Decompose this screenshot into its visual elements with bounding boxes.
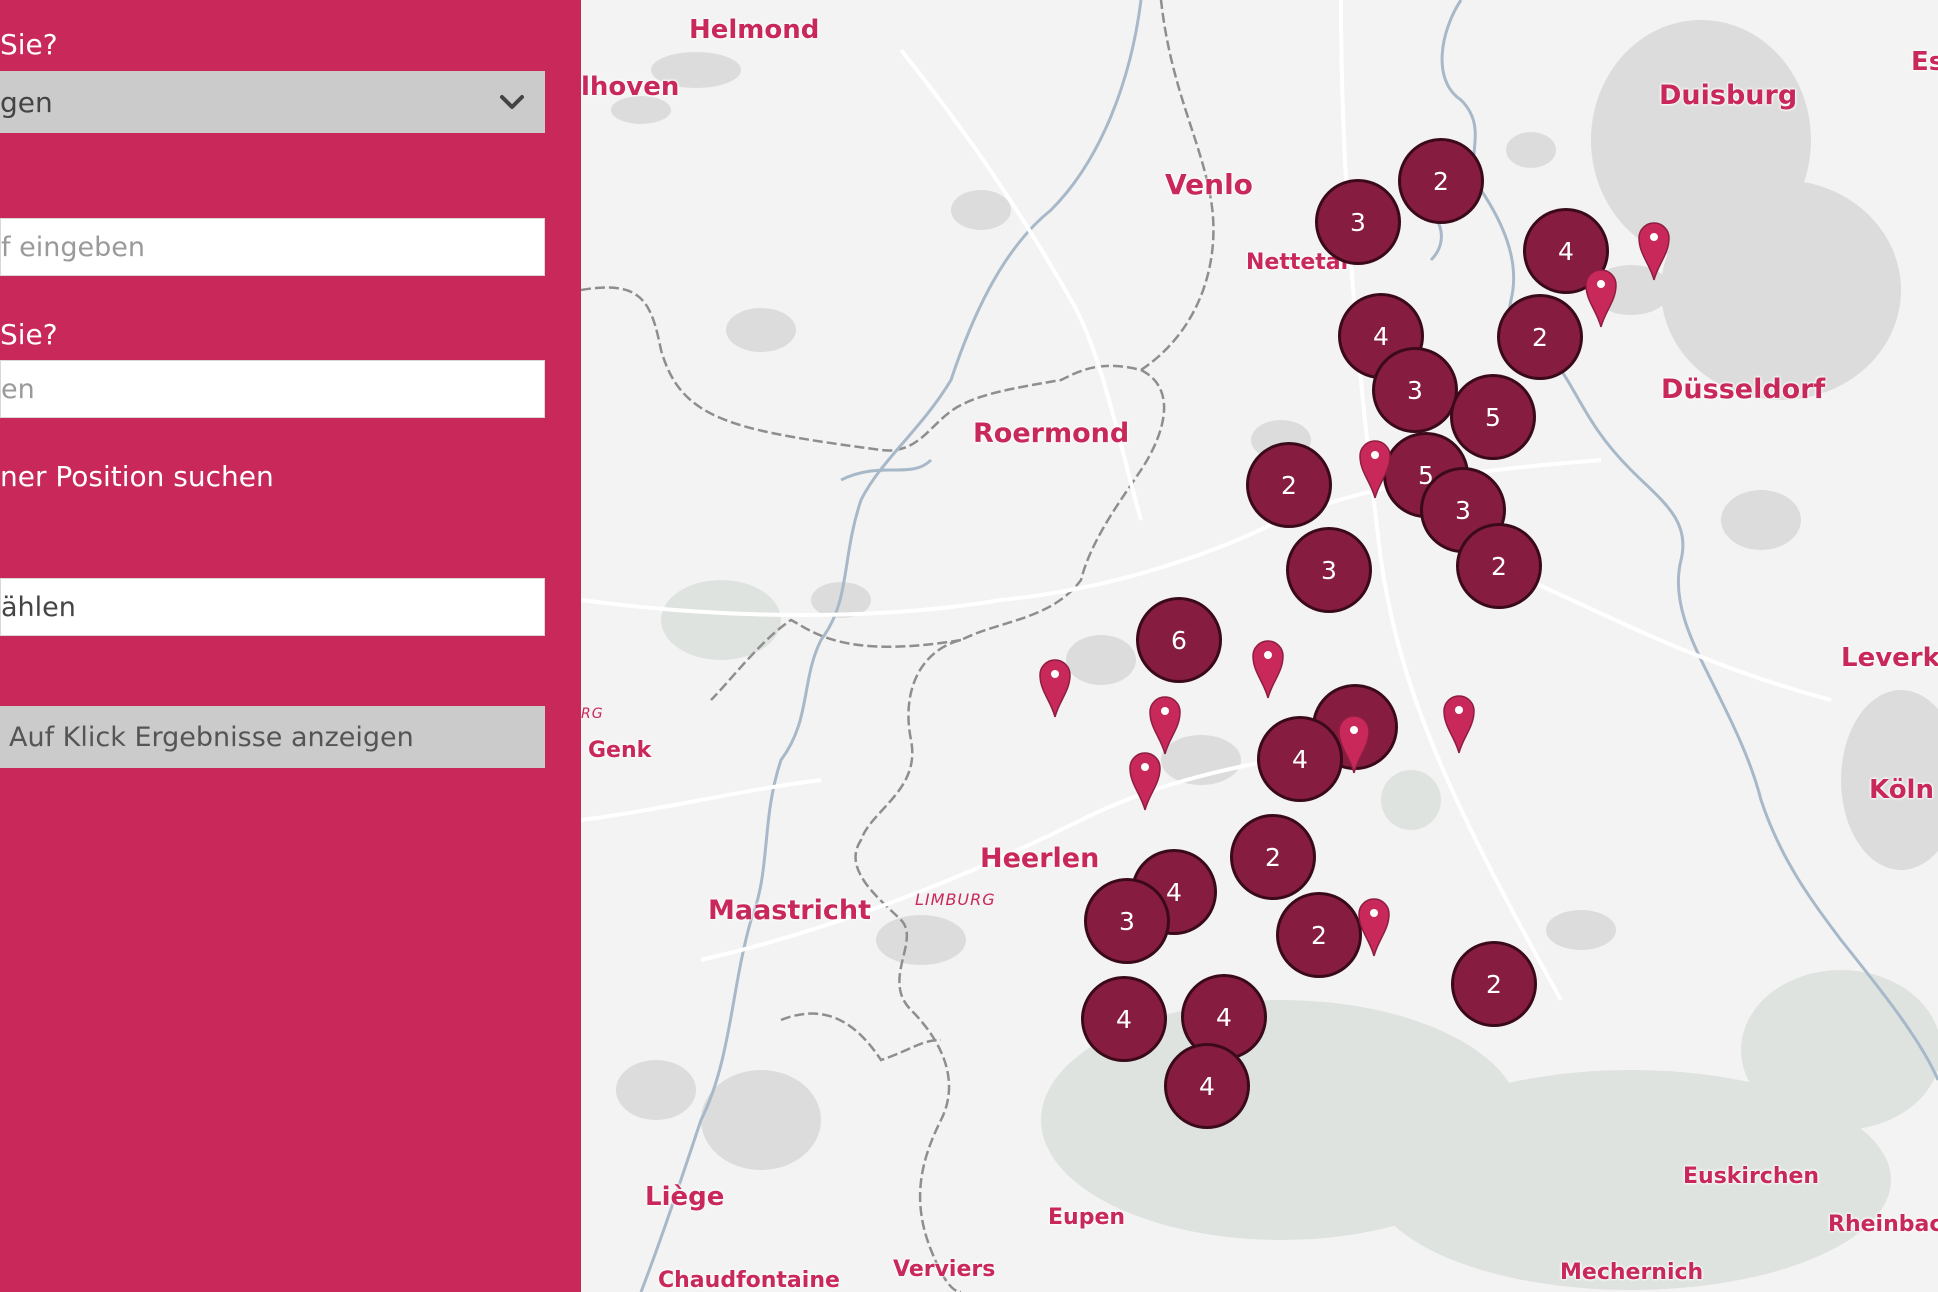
city-label-helmond: Helmond [689,15,820,45]
location-pin-icon[interactable] [1128,750,1162,812]
cluster-marker[interactable]: 2 [1456,523,1542,609]
region-label-limburg: LIMBURG [915,890,996,909]
city-label-genk: Genk [588,738,652,763]
location-input-placeholder: en [1,374,35,405]
question-label-2: Sie? [0,318,58,351]
cluster-marker[interactable]: 6 [1136,597,1222,683]
city-label-eindhoven: lhoven [581,72,680,102]
cluster-marker[interactable]: 3 [1315,179,1401,265]
location-pin-icon[interactable] [1038,657,1072,719]
question-label-1: Sie? [0,28,58,61]
cluster-marker[interactable]: 2 [1246,442,1332,528]
city-label-roermond: Roermond [973,418,1130,449]
city-label-verviers: Verviers [893,1257,996,1282]
city-label-euskirchen: Euskirchen [1683,1164,1820,1189]
search-sidebar: Sie? gen f eingeben Sie? en ner Position… [0,0,581,1292]
city-label-heerlen: Heerlen [980,843,1100,874]
show-results-button[interactable]: Auf Klick Ergebnisse anzeigen [0,706,545,768]
keyword-input[interactable]: f eingeben [0,218,545,276]
city-label-essen: Es [1911,47,1938,77]
location-input[interactable]: en [0,360,545,418]
location-pin-icon[interactable] [1148,694,1182,756]
city-label-eupen: Eupen [1048,1205,1126,1230]
location-pin-icon[interactable] [1358,438,1392,500]
cluster-marker[interactable]: 4 [1164,1043,1250,1129]
chevron-down-icon [500,95,524,109]
region-label-partial: RG [581,706,604,722]
city-label-liege: Liège [645,1182,725,1212]
cluster-marker[interactable]: 5 [1450,374,1536,460]
map[interactable]: Helmond lhoven Venlo Nettetal Duisburg E… [581,0,1938,1292]
city-label-leverkusen: Leverk [1841,643,1938,673]
cluster-marker[interactable]: 3 [1372,347,1458,433]
cluster-marker[interactable]: 2 [1497,294,1583,380]
city-label-duisburg: Duisburg [1659,80,1798,111]
category-select[interactable]: gen [0,71,545,133]
cluster-marker[interactable]: 2 [1230,814,1316,900]
cluster-marker[interactable]: 4 [1081,976,1167,1062]
cluster-marker[interactable]: 2 [1276,892,1362,978]
city-label-rheinbach: Rheinbac [1828,1212,1938,1237]
city-label-duesseldorf: Düsseldorf [1661,374,1826,405]
category-select-value: gen [0,86,53,119]
city-label-venlo: Venlo [1165,168,1253,201]
location-pin-icon[interactable] [1251,638,1285,700]
city-label-mechernich: Mechernich [1560,1260,1704,1285]
cluster-marker[interactable]: 3 [1286,527,1372,613]
keyword-input-placeholder: f eingeben [1,232,145,263]
location-pin-icon[interactable] [1637,220,1671,282]
cluster-marker[interactable]: 4 [1257,716,1343,802]
city-label-maastricht: Maastricht [708,895,871,926]
radius-select[interactable]: ählen [0,578,545,636]
city-label-koeln: Köln [1869,775,1934,805]
cluster-marker[interactable]: 3 [1084,878,1170,964]
location-pin-icon[interactable] [1584,267,1618,329]
radius-select-value: ählen [1,592,76,623]
location-pin-icon[interactable] [1442,693,1476,755]
show-results-label: Auf Klick Ergebnisse anzeigen [9,722,414,753]
cluster-marker[interactable]: 2 [1398,138,1484,224]
city-label-chaudfontaine: Chaudfontaine [658,1268,840,1292]
location-pin-icon[interactable] [1357,896,1391,958]
position-search-link[interactable]: ner Position suchen [0,460,274,493]
location-pin-icon[interactable] [1337,713,1371,775]
cluster-marker[interactable]: 2 [1451,941,1537,1027]
